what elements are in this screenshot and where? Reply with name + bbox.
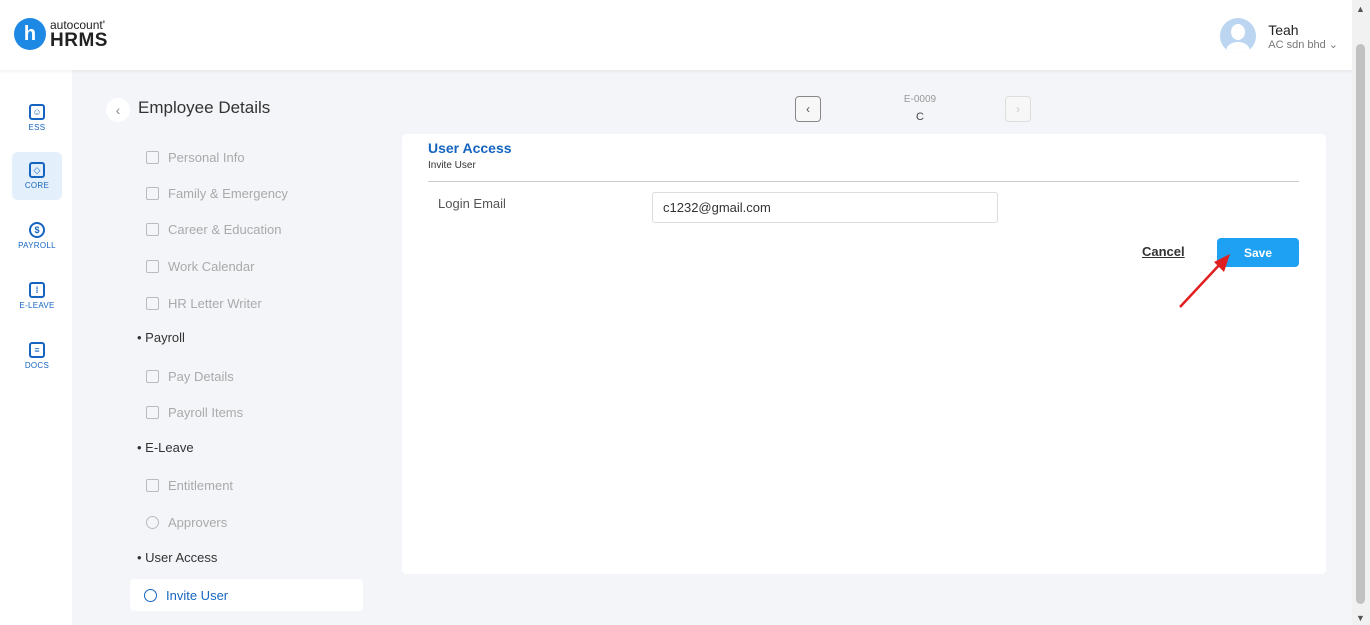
section-payroll: • Payroll: [137, 330, 185, 345]
scroll-down-icon[interactable]: ▼: [1356, 613, 1365, 623]
side-item-payroll-items[interactable]: Payroll Items: [146, 402, 243, 422]
side-item-approvers[interactable]: Approvers: [146, 512, 227, 532]
top-header: h autocount' HRMS Teah AC sdn bhd ⌄: [0, 0, 1352, 70]
annotation-arrow-icon: [1179, 254, 1230, 308]
section-user-access: • User Access: [137, 550, 218, 565]
side-item-hr-letter-writer[interactable]: HR Letter Writer: [146, 293, 262, 313]
calendar-icon: ⁞: [29, 282, 45, 298]
page-title: Employee Details: [138, 98, 271, 117]
letter-icon: [146, 296, 159, 310]
scrollbar-thumb[interactable]: [1356, 44, 1365, 604]
chevron-left-icon: ‹: [806, 102, 810, 116]
side-item-career-education[interactable]: Career & Education: [146, 219, 281, 239]
divider: [428, 181, 1299, 182]
calendar-check-icon: [146, 478, 159, 492]
side-item-personal-info[interactable]: Personal Info: [146, 147, 245, 167]
panel-title: User Access: [428, 140, 512, 156]
previous-employee-button[interactable]: ‹: [795, 96, 821, 122]
app-logo[interactable]: h autocount' HRMS: [14, 18, 108, 50]
nav-eleave[interactable]: ⁞ E-LEAVE: [12, 272, 62, 320]
employee-name: C: [916, 111, 924, 123]
logo-h-icon: h: [14, 18, 46, 50]
side-item-work-calendar[interactable]: Work Calendar: [146, 256, 254, 276]
avatar[interactable]: [1220, 18, 1257, 54]
user-name: Teah: [1268, 21, 1299, 38]
logo-big-text: HRMS: [50, 29, 108, 51]
side-item-family-emergency[interactable]: Family & Emergency: [146, 183, 288, 203]
briefcase-icon: [146, 222, 159, 236]
id-card-icon: [146, 150, 159, 164]
next-employee-button[interactable]: ›: [1005, 96, 1031, 122]
chevron-right-icon: ›: [1016, 102, 1020, 116]
section-eleave: • E-Leave: [137, 440, 194, 455]
login-email-field[interactable]: [652, 192, 998, 223]
nav-ess[interactable]: ☺ ESS: [12, 94, 62, 142]
panel-subtitle: Invite User: [428, 160, 476, 171]
dollar-icon: $: [29, 222, 45, 238]
company-selector[interactable]: AC sdn bhd ⌄: [1268, 38, 1338, 51]
payroll-items-icon: [146, 405, 159, 419]
page-scrollbar[interactable]: ▲ ▼: [1352, 0, 1370, 625]
calendar-icon: [146, 259, 159, 273]
chevron-left-icon: ‹: [115, 102, 121, 118]
user-access-panel: User Access Invite User Login Email Canc…: [402, 134, 1326, 574]
logo-small-text: autocount': [50, 17, 106, 32]
document-icon: ≡: [29, 342, 45, 358]
side-item-pay-details[interactable]: Pay Details: [146, 366, 234, 386]
user-menu[interactable]: Teah AC sdn bhd ⌄: [1220, 18, 1338, 54]
scroll-up-icon[interactable]: ▲: [1356, 4, 1365, 14]
module-nav: ☺ ESS ◇ CORE $ PAYROLL ⁞ E-LEAVE ≡ DOCS: [0, 70, 72, 625]
user-check-icon: [144, 588, 157, 602]
nav-payroll[interactable]: $ PAYROLL: [12, 212, 62, 260]
employee-code: E-0009: [903, 94, 937, 105]
cube-icon: ◇: [29, 162, 45, 178]
bank-icon: [146, 369, 159, 383]
back-button[interactable]: ‹: [106, 98, 130, 122]
side-item-invite-user[interactable]: Invite User: [130, 579, 363, 611]
nav-docs[interactable]: ≡ DOCS: [12, 332, 62, 380]
login-email-label: Login Email: [438, 196, 506, 211]
nav-core[interactable]: ◇ CORE: [12, 152, 62, 200]
ess-icon: ☺: [29, 104, 45, 120]
side-item-entitlement[interactable]: Entitlement: [146, 475, 233, 495]
user-icon: [146, 515, 159, 529]
family-icon: [146, 186, 159, 200]
